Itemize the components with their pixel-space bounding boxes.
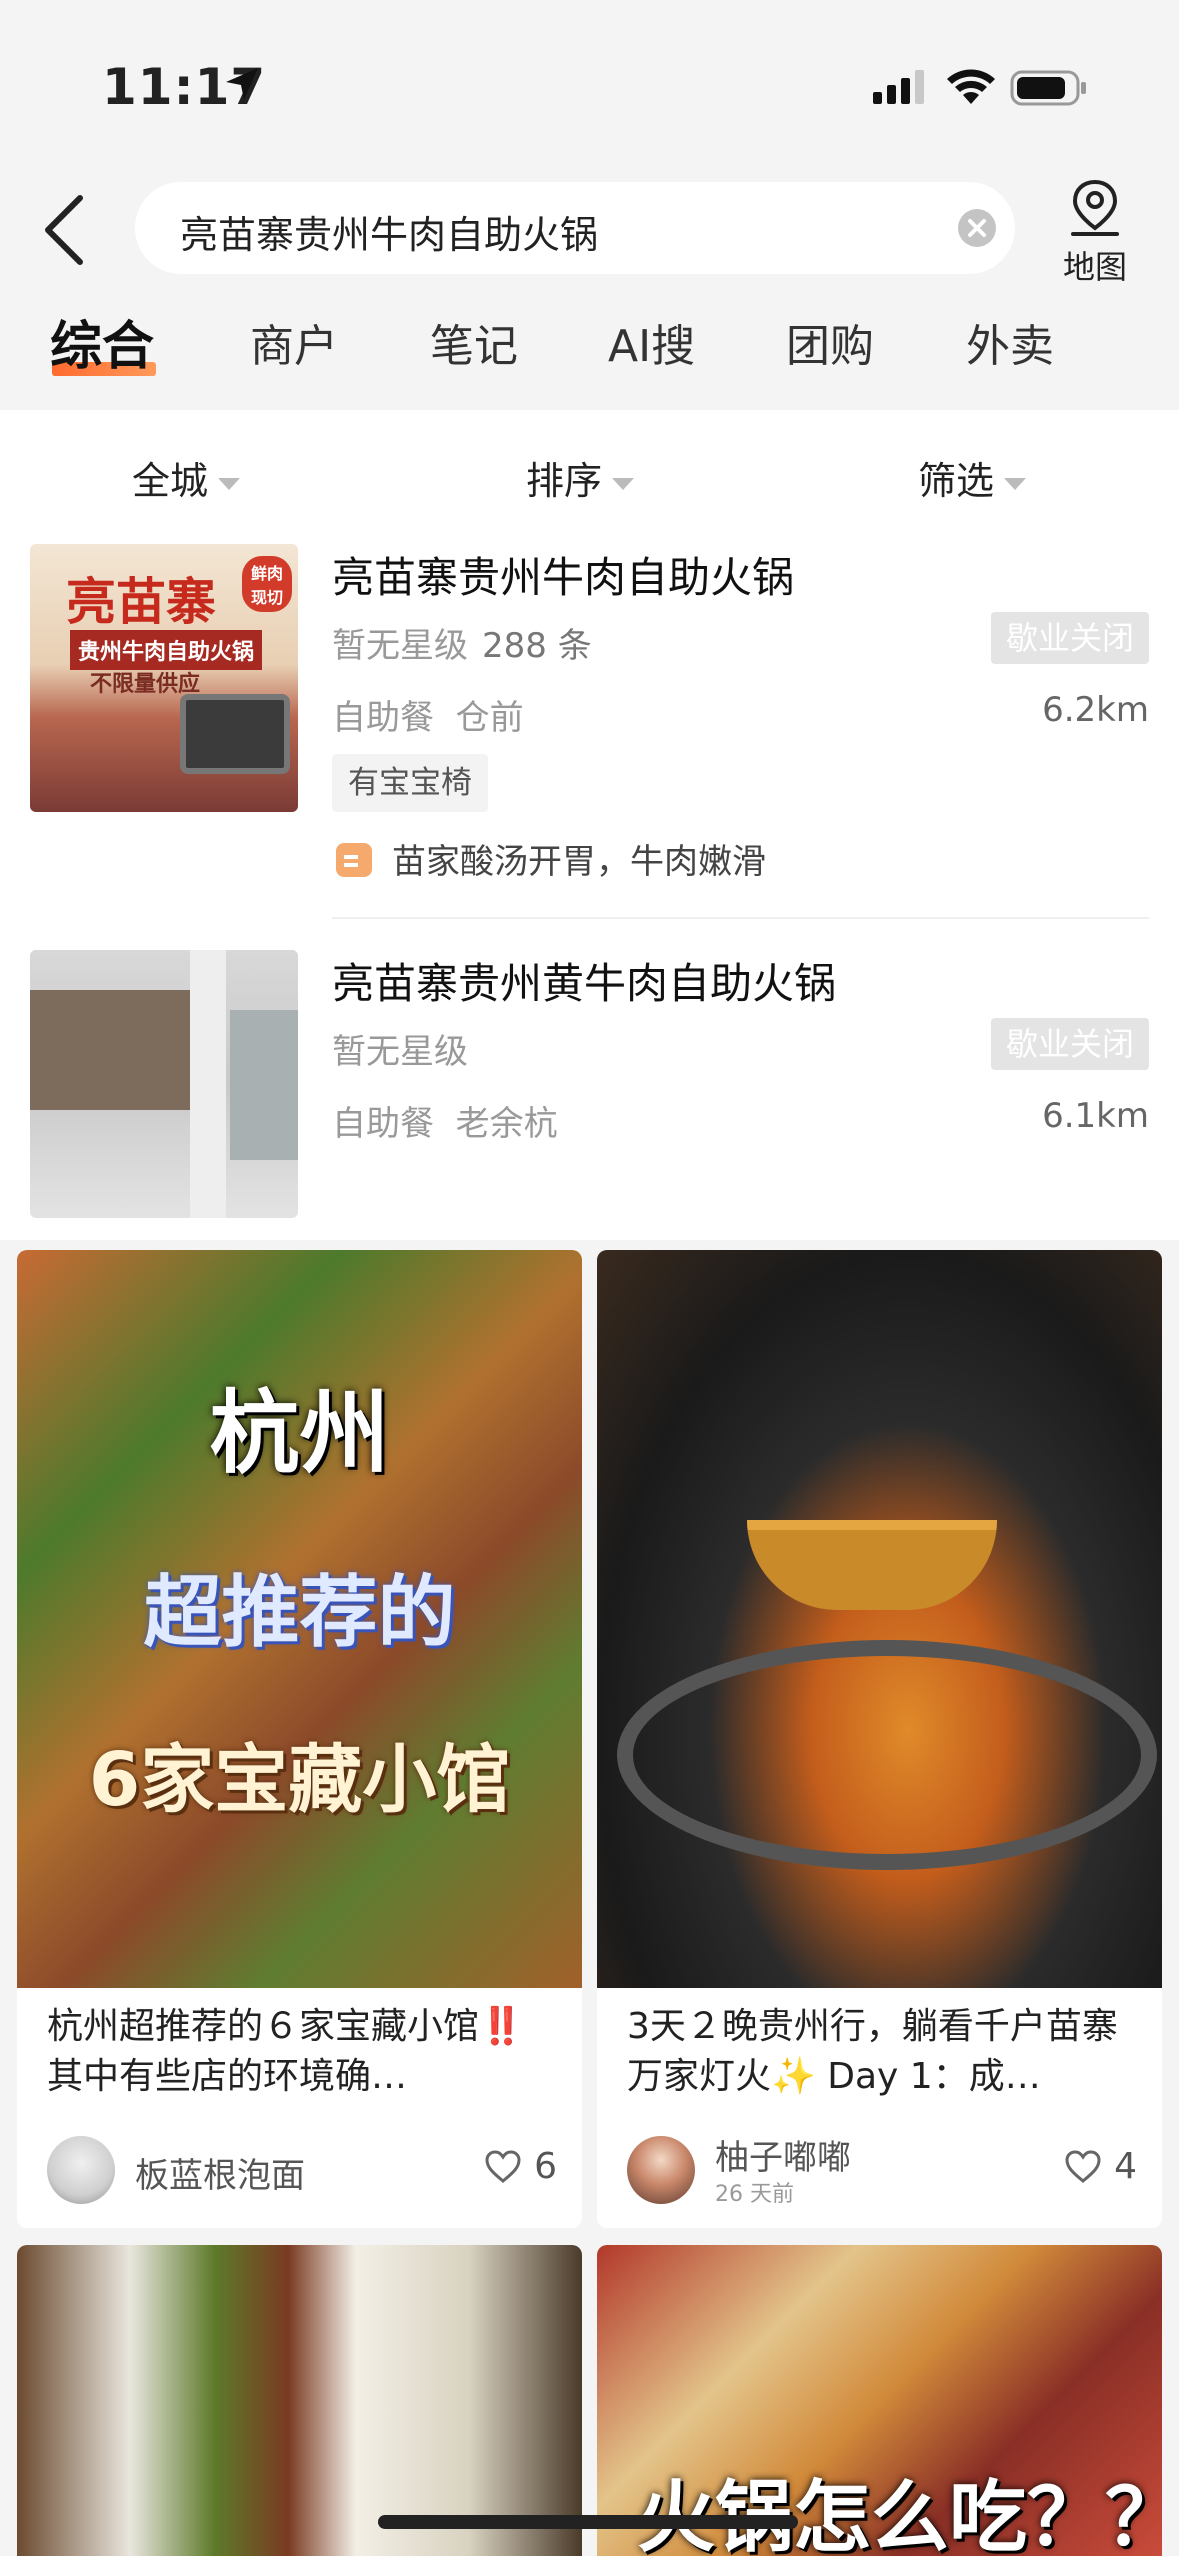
note-card[interactable]: 杭州 超推荐的 6家宝藏小馆 杭州超推荐的６家宝藏小馆‼️其中有些店的环境确… … (17, 1250, 582, 2228)
cover-text-line: 6家宝藏小馆 (88, 1737, 511, 1823)
distance-text: 6.1km (1042, 1096, 1149, 1136)
like-button[interactable]: 6 (484, 2146, 557, 2187)
shop-image-pillar (190, 950, 226, 1218)
tab-group-buy[interactable]: 团购 (786, 310, 874, 374)
tab-bar: 综合 商户 笔记 AI搜 团购 外卖 (0, 310, 1179, 390)
location-arrow-icon (226, 68, 258, 100)
shop-image-badge: 鲜肉现切 (242, 556, 292, 612)
filter-sort[interactable]: 排序 (526, 450, 635, 505)
review-quote: 苗家酸汤开胃，牛肉嫩滑 (336, 834, 766, 883)
shop-item[interactable]: 亮苗寨贵州黄牛肉自助火锅 暂无星级 歇业关闭 自助餐 老余杭 6.1km (0, 950, 1179, 1220)
note-cover-image (17, 2245, 582, 2556)
tab-ai-search[interactable]: AI搜 (608, 310, 695, 374)
post-time: 26 天前 (715, 2182, 794, 2207)
map-button[interactable]: 地图 (1050, 178, 1140, 288)
note-card[interactable] (17, 2245, 582, 2556)
cellular-signal-icon (873, 70, 924, 104)
shop-item[interactable]: 亮苗寨 鲜肉现切 贵州牛肉自助火锅 不限量供应 亮苗寨贵州牛肉自助火锅 暂无星级… (0, 544, 1179, 904)
filter-label: 筛选 (918, 459, 995, 503)
heart-icon (1065, 2150, 1101, 2183)
caret-down-icon (218, 477, 241, 490)
search-input[interactable]: 亮苗寨贵州牛肉自助火锅 (135, 182, 1015, 274)
tab-label: 综合 (50, 317, 155, 377)
wifi-icon (947, 69, 995, 104)
status-badge: 歇业关闭 (991, 1018, 1149, 1070)
cover-text-line: 超推荐的 (143, 1568, 456, 1658)
tab-notes[interactable]: 笔记 (430, 310, 518, 374)
cover-bowl (747, 1520, 997, 1610)
home-indicator[interactable] (378, 2515, 798, 2529)
note-title: 杭州超推荐的６家宝藏小馆‼️其中有些店的环境确… (47, 2006, 524, 2097)
shop-image-brand: 亮苗寨 (66, 573, 216, 631)
rating-text: 暂无星级 (332, 1032, 468, 1072)
like-button[interactable]: 4 (1064, 2146, 1137, 2187)
note-cover-image (597, 1250, 1162, 1988)
category-text: 自助餐 (332, 1104, 434, 1144)
cover-text-line: 火锅怎么吃？？ (637, 2473, 1162, 2556)
area-text: 老余杭 (455, 1104, 558, 1144)
feature-tag: 有宝宝椅 (332, 754, 488, 812)
tab-delivery[interactable]: 外卖 (966, 310, 1054, 374)
filter-label: 排序 (526, 459, 603, 503)
map-pin-icon (1071, 179, 1119, 236)
note-footer: 板蓝根泡面 6 (47, 2130, 557, 2210)
author-name[interactable]: 柚子嘟嘟 (715, 2130, 851, 2179)
shop-name: 亮苗寨贵州黄牛肉自助火锅 (332, 959, 837, 1008)
note-card[interactable]: 3天２晚贵州行，躺看千户苗寨万家灯火✨ Day 1：成… 柚子嘟嘟 26 天前 … (597, 1250, 1162, 2228)
cover-text-line: 杭州 (209, 1381, 390, 1486)
quote-icon (336, 843, 372, 877)
search-query-text: 亮苗寨贵州牛肉自助火锅 (180, 213, 599, 257)
note-footer: 柚子嘟嘟 26 天前 4 (627, 2130, 1137, 2210)
shop-image-storefront (30, 990, 200, 1110)
shop-results: 全城 排序 筛选 亮苗寨 鲜肉现切 贵州牛肉自助火锅 不限量供应 亮苗寨贵州牛肉… (0, 410, 1179, 1240)
status-bar: 11:17 (0, 0, 1179, 170)
heart-icon (485, 2150, 521, 2183)
filter-label: 全城 (132, 459, 209, 503)
like-count: 4 (1114, 2146, 1137, 2187)
map-label: 地图 (1062, 248, 1127, 286)
cover-pot-rim (617, 1640, 1157, 1870)
shop-category-row: 自助餐 老余杭 (332, 1096, 558, 1145)
note-title: 3天２晚贵州行，躺看千户苗寨万家灯火✨ Day 1：成… (627, 2006, 1118, 2097)
status-badge: 歇业关闭 (991, 612, 1149, 664)
shop-rating-row: 暂无星级 288 条 (332, 618, 592, 667)
area-text: 仓前 (455, 698, 524, 738)
avatar[interactable] (47, 2136, 115, 2204)
shop-thumbnail: 亮苗寨 鲜肉现切 贵州牛肉自助火锅 不限量供应 (30, 544, 298, 812)
clear-icon[interactable] (957, 208, 997, 248)
back-chevron-icon[interactable] (40, 192, 90, 268)
tab-overall[interactable]: 综合 (50, 304, 154, 379)
divider (332, 917, 1149, 919)
battery-icon (1010, 70, 1086, 106)
rating-text: 暂无星级 (332, 626, 468, 666)
caret-down-icon (612, 477, 635, 490)
like-count: 6 (534, 2146, 557, 2187)
shop-image-hotpot (180, 694, 290, 774)
note-card[interactable]: 火锅怎么吃？？ (597, 2245, 1162, 2556)
filter-screen[interactable]: 筛选 (918, 450, 1027, 505)
shop-image-subtitle: 贵州牛肉自助火锅 (70, 630, 263, 670)
shop-image-note: 不限量供应 (90, 672, 201, 697)
shop-category-row: 自助餐 仓前 (332, 690, 524, 739)
shop-name: 亮苗寨贵州牛肉自助火锅 (332, 553, 795, 602)
author-name[interactable]: 板蓝根泡面 (135, 2148, 305, 2197)
caret-down-icon (1004, 477, 1027, 490)
avatar[interactable] (627, 2136, 695, 2204)
tab-merchants[interactable]: 商户 (250, 310, 338, 374)
shop-thumbnail (30, 950, 298, 1218)
category-text: 自助餐 (332, 698, 434, 738)
review-count: 288 条 (482, 626, 592, 666)
note-cover-image: 火锅怎么吃？？ (597, 2245, 1162, 2556)
shop-image-window (230, 1010, 298, 1160)
distance-text: 6.2km (1042, 690, 1149, 730)
note-cover-image: 杭州 超推荐的 6家宝藏小馆 (17, 1250, 582, 1988)
quote-text: 苗家酸汤开胃，牛肉嫩滑 (392, 842, 766, 882)
filter-city[interactable]: 全城 (132, 450, 241, 505)
